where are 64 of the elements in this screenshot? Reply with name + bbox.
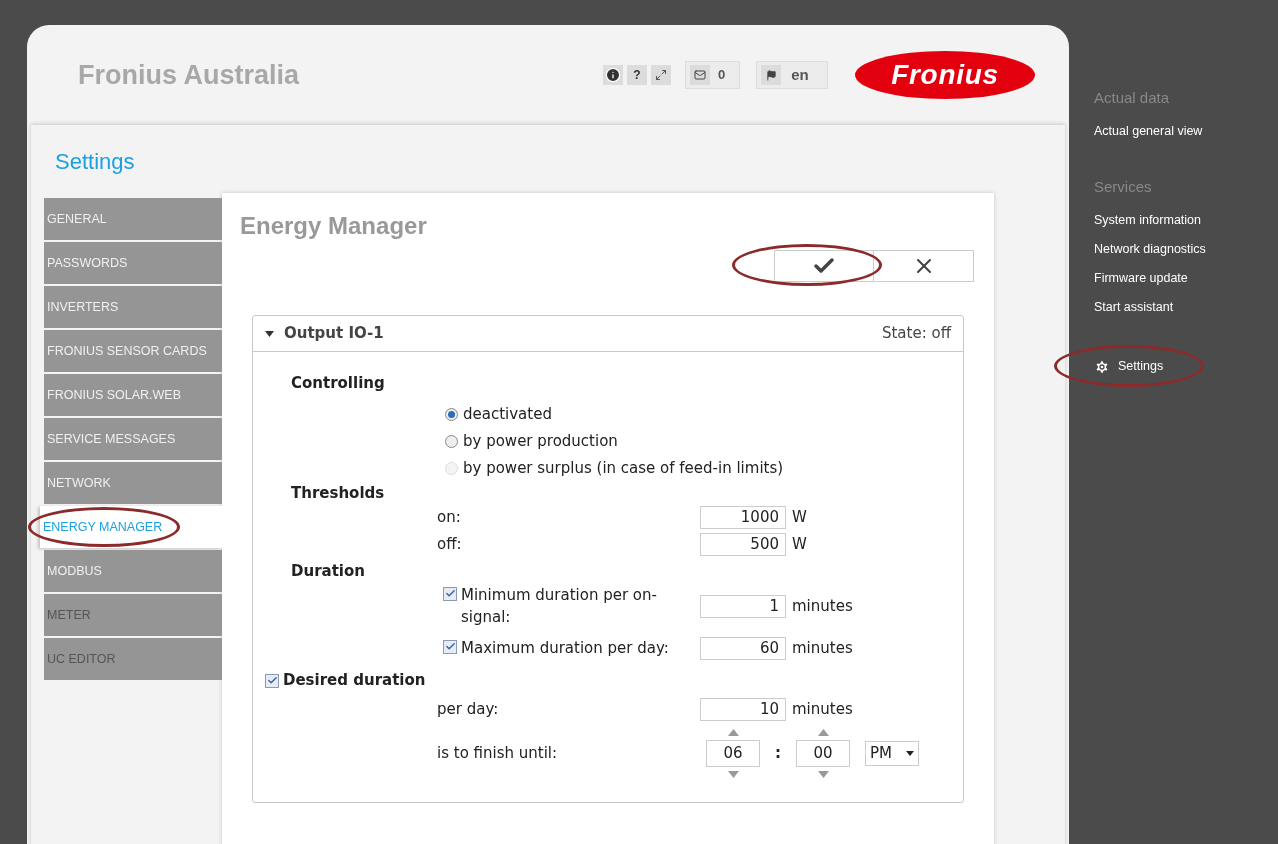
checkbox[interactable] <box>265 673 279 688</box>
messages-button[interactable]: 0 <box>685 61 741 89</box>
section-toggle[interactable]: Output IO-1 <box>265 322 384 345</box>
field-label: is to finish until: <box>437 742 559 764</box>
confirm-button[interactable] <box>774 250 874 282</box>
checkbox-label: Maximum duration per day: <box>461 637 670 659</box>
radio-label: by power surplus (in case of feed-in limits) <box>463 457 784 479</box>
down-arrow-icon[interactable] <box>817 770 829 778</box>
expand-icon <box>655 69 667 81</box>
flag-icon <box>765 69 777 81</box>
field-label: on: <box>437 507 462 529</box>
language-button[interactable]: en <box>756 61 828 89</box>
unit-label: minutes <box>792 699 853 721</box>
settings-icon <box>1094 358 1110 375</box>
section-heading: Desired duration <box>283 670 426 692</box>
hour-field[interactable]: 06 <box>706 739 760 767</box>
caret-icon <box>265 330 274 337</box>
section-heading: Thresholds <box>291 482 385 504</box>
checkbox[interactable] <box>443 639 457 654</box>
field-label: per day: <box>437 699 500 721</box>
sidebar-link[interactable]: Start assistant <box>1094 293 1174 322</box>
up-arrow-icon[interactable] <box>817 728 829 736</box>
period-select[interactable]: PM <box>865 740 919 766</box>
help-button[interactable]: ? <box>627 65 647 85</box>
mail-icon <box>694 69 706 81</box>
number-field[interactable]: 10 <box>700 698 786 721</box>
up-arrow-icon[interactable] <box>727 728 739 736</box>
unit-label: minutes <box>792 637 853 659</box>
settings-title: Settings <box>54 148 135 176</box>
radio-button[interactable] <box>445 434 458 448</box>
page-heading: Energy Manager <box>240 211 427 241</box>
number-field[interactable]: 1000 <box>700 506 786 529</box>
sidebar-heading: Actual data <box>1094 88 1170 108</box>
number-field[interactable]: 1 <box>700 594 786 618</box>
time-separator: : <box>775 742 781 764</box>
site-title: Fronius Australia <box>78 58 301 92</box>
sidebar-heading: Services <box>1094 177 1152 197</box>
number-field[interactable]: 500 <box>700 533 786 556</box>
sidebar-link[interactable]: Network diagnostics <box>1094 235 1206 264</box>
sidebar-link[interactable]: Actual general view <box>1094 117 1203 146</box>
info-button[interactable] <box>603 65 623 85</box>
checkbox[interactable] <box>443 586 457 601</box>
sidebar-link[interactable]: Firmware update <box>1094 264 1188 293</box>
brand-logo: Fronius <box>855 51 1035 99</box>
radio-button[interactable] <box>445 407 458 421</box>
field-label: off: <box>437 534 463 556</box>
caret-icon <box>906 750 914 756</box>
unit-label: W <box>792 534 807 556</box>
radio-label: by power production <box>463 430 618 452</box>
unit-label: minutes <box>792 595 853 617</box>
minute-field[interactable]: 00 <box>796 739 850 767</box>
sidebar-link[interactable]: Settings <box>1094 352 1164 381</box>
down-arrow-icon[interactable] <box>727 770 739 778</box>
fullscreen-button[interactable] <box>651 65 671 85</box>
state-text: State: off <box>881 323 951 345</box>
unit-label: W <box>792 507 807 529</box>
sidebar-link[interactable]: System information <box>1094 206 1201 235</box>
radio-label: deactivated <box>463 403 552 425</box>
info-icon <box>605 67 621 83</box>
section-heading: Controlling <box>291 373 385 394</box>
cancel-button[interactable] <box>874 250 974 282</box>
number-field[interactable]: 60 <box>700 636 786 660</box>
section-heading: Duration <box>291 561 365 582</box>
checkbox-label: Minimum duration per on-signal: <box>461 584 658 628</box>
